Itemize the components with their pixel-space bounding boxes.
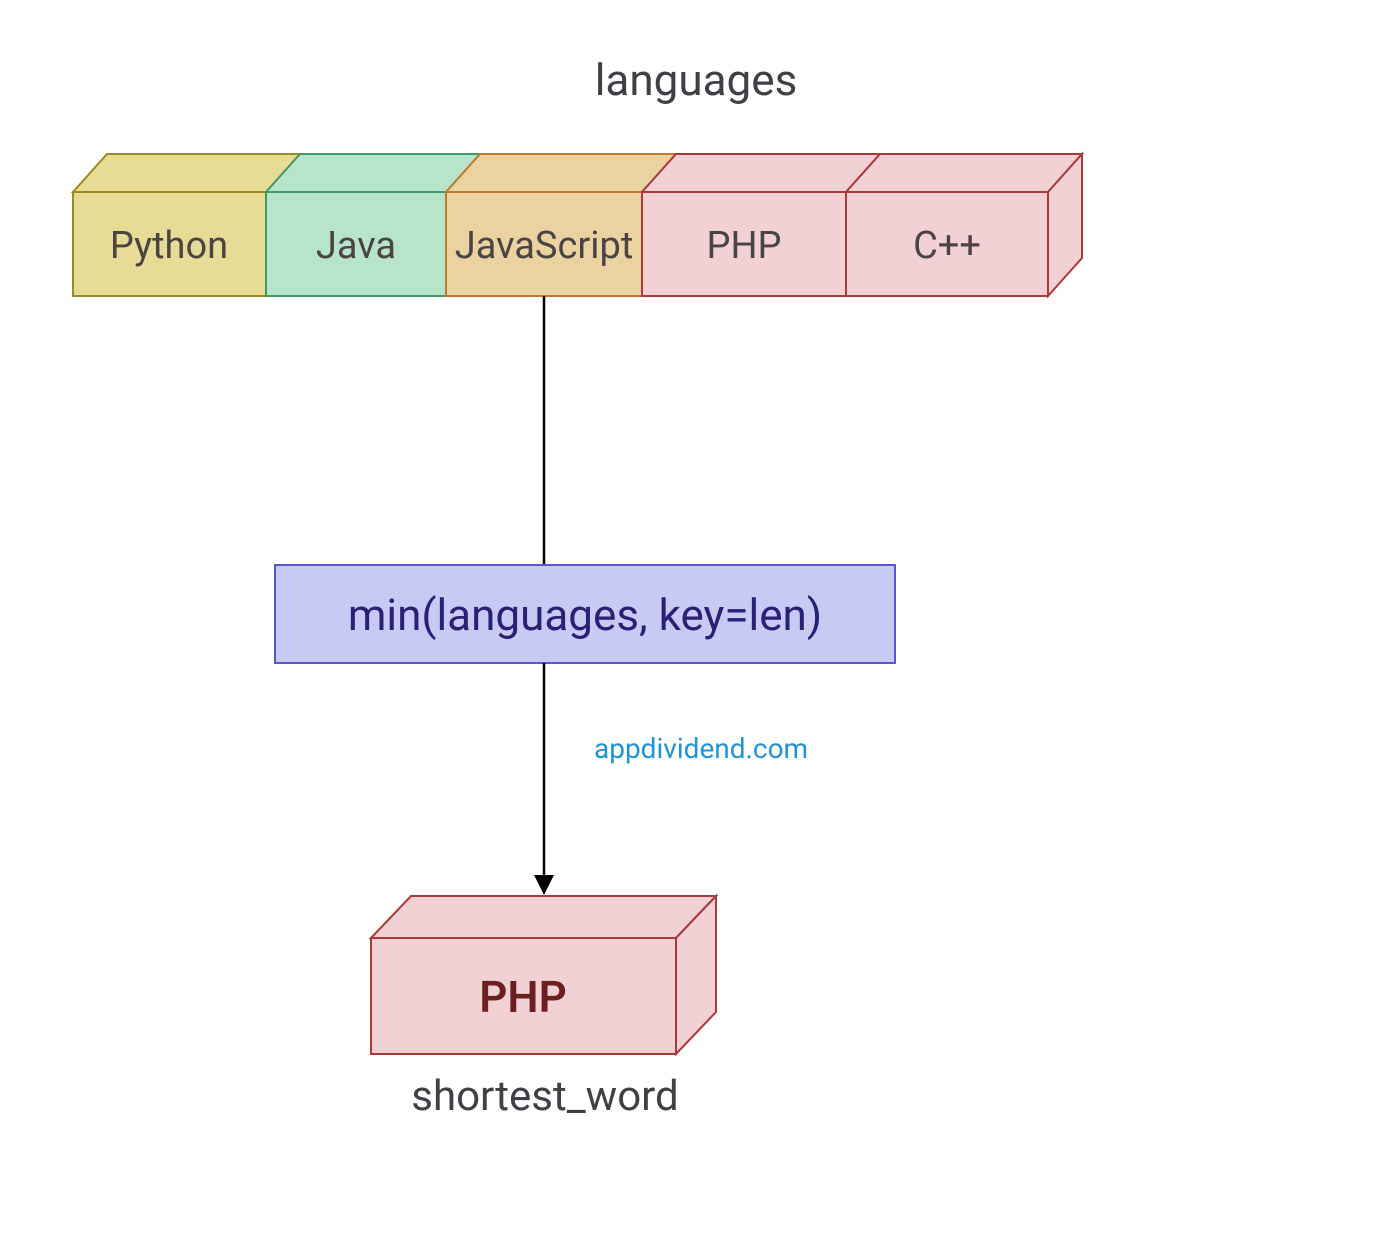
diagram-title: languages xyxy=(595,54,798,106)
result-box-label: PHP xyxy=(479,971,567,1023)
cell-label-4: C++ xyxy=(913,224,981,268)
function-box-label: min(languages, key=len) xyxy=(348,589,822,641)
cell-label-0: Python xyxy=(110,224,228,268)
cell-top-2 xyxy=(446,154,676,192)
cell-label-1: Java xyxy=(316,224,396,268)
cell-top-4 xyxy=(846,154,1082,192)
cell-label-2: JavaScript xyxy=(455,224,634,268)
cell-top-0 xyxy=(73,154,300,192)
result-top xyxy=(371,896,716,938)
result-box: PHP xyxy=(371,896,716,1054)
cell-label-3: PHP xyxy=(706,224,781,268)
cell-top-1 xyxy=(266,154,480,192)
array-row: Python Java JavaScript PHP C++ xyxy=(73,154,1082,296)
result-variable-label: shortest_word xyxy=(411,1072,678,1121)
array-top-faces xyxy=(73,154,1082,192)
cell-top-3 xyxy=(642,154,880,192)
diagram-canvas: languages Python Java JavaScript PHP C++ xyxy=(0,0,1392,1250)
watermark-text: appdividend.com xyxy=(594,732,808,765)
